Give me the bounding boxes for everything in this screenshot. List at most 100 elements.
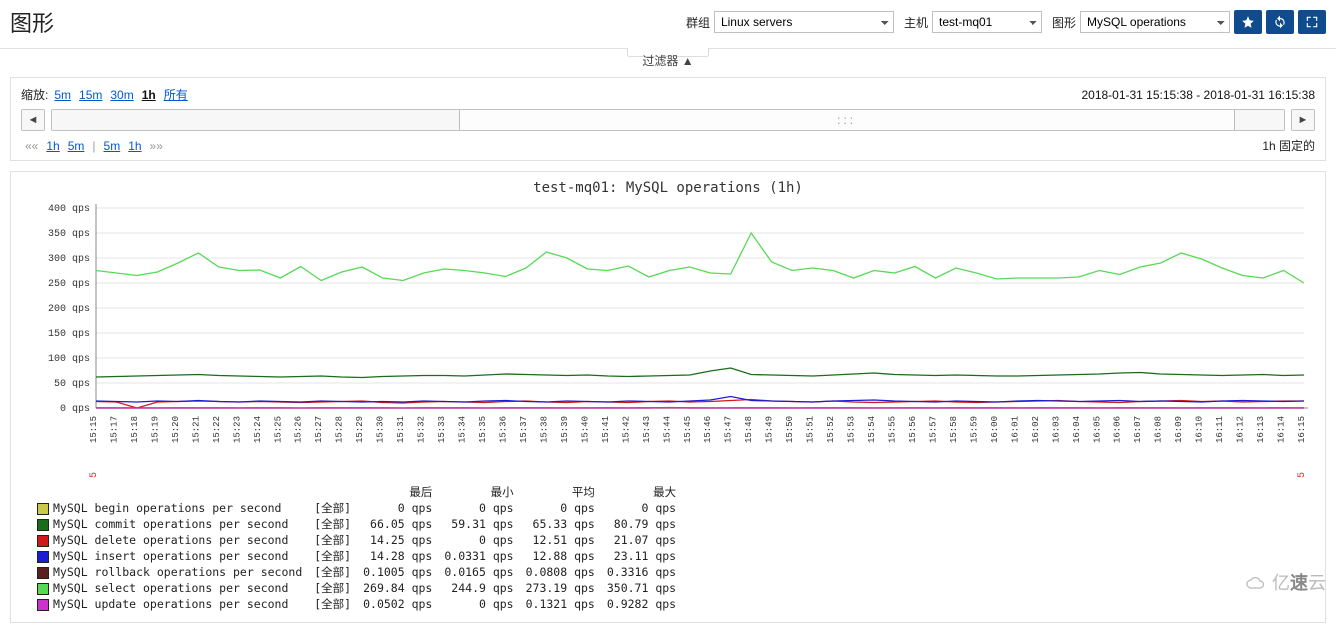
svg-text:15:31: 15:31 bbox=[396, 416, 406, 443]
svg-text:16:14: 16:14 bbox=[1277, 416, 1287, 443]
legend-row: MySQL update operations per second[全部]0.… bbox=[31, 596, 682, 612]
zoom-option-30m[interactable]: 30m bbox=[110, 88, 133, 102]
content-area: 过滤器 ▲ 缩放: 5m15m30m1h所有 2018-01-31 15:15:… bbox=[0, 49, 1336, 633]
legend-scope: [全部] bbox=[308, 532, 357, 548]
group-selector-wrap: 群组 Linux servers bbox=[686, 11, 894, 33]
svg-text:15:23: 15:23 bbox=[232, 416, 242, 443]
svg-text:15:35: 15:35 bbox=[478, 416, 488, 443]
legend-value: 0.0502 qps bbox=[357, 596, 438, 612]
legend-scope: [全部] bbox=[308, 500, 357, 516]
zoom-option-5m[interactable]: 5m bbox=[54, 88, 71, 102]
zoom-option-15m[interactable]: 15m bbox=[79, 88, 102, 102]
fullscreen-button[interactable] bbox=[1298, 10, 1326, 34]
legend-value: 14.25 qps bbox=[357, 532, 438, 548]
svg-text:15:18: 15:18 bbox=[130, 416, 140, 443]
svg-text:15:54: 15:54 bbox=[867, 416, 877, 443]
svg-text:16:15: 16:15 bbox=[1297, 416, 1307, 443]
quicknav-back-5m[interactable]: 5m bbox=[68, 139, 85, 153]
svg-text:16:10: 16:10 bbox=[1195, 416, 1205, 443]
svg-text:15:38: 15:38 bbox=[539, 416, 549, 443]
legend-value: 0 qps bbox=[438, 596, 519, 612]
quicknav-fwd-1h[interactable]: 1h bbox=[128, 139, 141, 153]
svg-text:0 qps: 0 qps bbox=[60, 404, 90, 415]
svg-text:16:13: 16:13 bbox=[1256, 416, 1266, 443]
legend-value: 0.9282 qps bbox=[601, 596, 682, 612]
fixed-label: 1h 固定的 bbox=[1262, 137, 1315, 154]
legend-value: 269.84 qps bbox=[357, 580, 438, 596]
svg-text:15:56: 15:56 bbox=[908, 416, 918, 443]
legend-value: 21.07 qps bbox=[601, 532, 682, 548]
time-range: 2018-01-31 15:15:38 - 2018-01-31 16:15:3… bbox=[1081, 88, 1315, 102]
svg-text:100 qps: 100 qps bbox=[48, 354, 90, 365]
legend-value: 0 qps bbox=[520, 500, 601, 516]
zoom-option-所有[interactable]: 所有 bbox=[164, 88, 188, 102]
svg-text:250 qps: 250 qps bbox=[48, 279, 90, 290]
svg-text:350 qps: 350 qps bbox=[48, 229, 90, 240]
quick-prev-prefix: «« bbox=[25, 139, 38, 153]
svg-text:16:06: 16:06 bbox=[1113, 416, 1123, 443]
svg-text:15:55: 15:55 bbox=[888, 416, 898, 443]
svg-text:15:22: 15:22 bbox=[212, 416, 222, 443]
legend-scope: [全部] bbox=[308, 516, 357, 532]
chart-panel: test-mq01: MySQL operations (1h) 0 qps50… bbox=[10, 171, 1326, 623]
time-slider-handle[interactable]: ::: bbox=[459, 110, 1235, 130]
legend-value: 0.1005 qps bbox=[357, 564, 438, 580]
svg-text:150 qps: 150 qps bbox=[48, 329, 90, 340]
svg-text:16:07: 16:07 bbox=[1133, 416, 1143, 443]
fullscreen-icon bbox=[1305, 15, 1319, 29]
legend-name: MySQL delete operations per second bbox=[31, 532, 308, 548]
refresh-button[interactable] bbox=[1266, 10, 1294, 34]
legend-name: MySQL select operations per second bbox=[31, 580, 308, 596]
svg-text:15:59: 15:59 bbox=[969, 416, 979, 443]
svg-text:16:09: 16:09 bbox=[1174, 416, 1184, 443]
graph-selector-wrap: 图形 MySQL operations bbox=[1052, 11, 1230, 33]
legend-name: MySQL begin operations per second bbox=[31, 500, 308, 516]
host-selector-wrap: 主机 test-mq01 bbox=[904, 11, 1042, 33]
favorite-button[interactable] bbox=[1234, 10, 1262, 34]
legend-value: 0 qps bbox=[357, 500, 438, 516]
next-page-button[interactable]: ► bbox=[1291, 109, 1315, 131]
quicknav-back-1h[interactable]: 1h bbox=[46, 139, 59, 153]
legend-value: 23.11 qps bbox=[601, 548, 682, 564]
svg-text:16:05: 16:05 bbox=[1092, 416, 1102, 443]
svg-text:15:48: 15:48 bbox=[744, 416, 754, 443]
filter-toggle[interactable]: 过滤器 ▲ bbox=[627, 48, 708, 57]
legend-value: 0.0165 qps bbox=[438, 564, 519, 580]
svg-text:15:51: 15:51 bbox=[806, 416, 816, 443]
svg-text:15:33: 15:33 bbox=[437, 416, 447, 443]
prev-page-button[interactable]: ◄ bbox=[21, 109, 45, 131]
legend-value: 350.71 qps bbox=[601, 580, 682, 596]
header-bar: 图形 群组 Linux servers 主机 test-mq01 图形 MySQ… bbox=[0, 0, 1336, 49]
legend-name: MySQL commit operations per second bbox=[31, 516, 308, 532]
legend-row: MySQL insert operations per second[全部]14… bbox=[31, 548, 682, 564]
legend-value: 59.31 qps bbox=[438, 516, 519, 532]
slider-row: ◄ ::: ► bbox=[21, 109, 1315, 131]
quicknav-fwd-5m[interactable]: 5m bbox=[104, 139, 121, 153]
time-control-panel: 缩放: 5m15m30m1h所有 2018-01-31 15:15:38 - 2… bbox=[10, 77, 1326, 161]
svg-text:15:25: 15:25 bbox=[273, 416, 283, 443]
host-select[interactable]: test-mq01 bbox=[932, 11, 1042, 33]
svg-text:15:30: 15:30 bbox=[376, 416, 386, 443]
svg-text:16:03: 16:03 bbox=[1051, 416, 1061, 443]
svg-text:15:19: 15:19 bbox=[150, 416, 160, 443]
group-select[interactable]: Linux servers bbox=[714, 11, 894, 33]
svg-text:15:41: 15:41 bbox=[601, 416, 611, 443]
time-slider-track[interactable]: ::: bbox=[51, 109, 1285, 131]
legend-scope: [全部] bbox=[308, 580, 357, 596]
svg-text:50 qps: 50 qps bbox=[54, 379, 90, 390]
legend-row: MySQL delete operations per second[全部]14… bbox=[31, 532, 682, 548]
chart-svg: 0 qps50 qps100 qps150 qps200 qps250 qps3… bbox=[18, 198, 1318, 478]
zoom-row: 缩放: 5m15m30m1h所有 2018-01-31 15:15:38 - 2… bbox=[21, 86, 1315, 103]
graph-select[interactable]: MySQL operations bbox=[1080, 11, 1230, 33]
svg-text:15:34: 15:34 bbox=[458, 416, 468, 443]
legend-value: 0 qps bbox=[438, 532, 519, 548]
zoom-option-1h[interactable]: 1h bbox=[142, 88, 156, 102]
quick-next-suffix: »» bbox=[150, 139, 163, 153]
legend-row: MySQL begin operations per second[全部]0 q… bbox=[31, 500, 682, 516]
legend-value: 80.79 qps bbox=[601, 516, 682, 532]
legend-row: MySQL rollback operations per second[全部]… bbox=[31, 564, 682, 580]
legend-value: 0 qps bbox=[601, 500, 682, 516]
svg-text:16:01: 16:01 bbox=[1010, 416, 1020, 443]
svg-text:15:26: 15:26 bbox=[294, 416, 304, 443]
svg-text:15:43: 15:43 bbox=[642, 416, 652, 443]
